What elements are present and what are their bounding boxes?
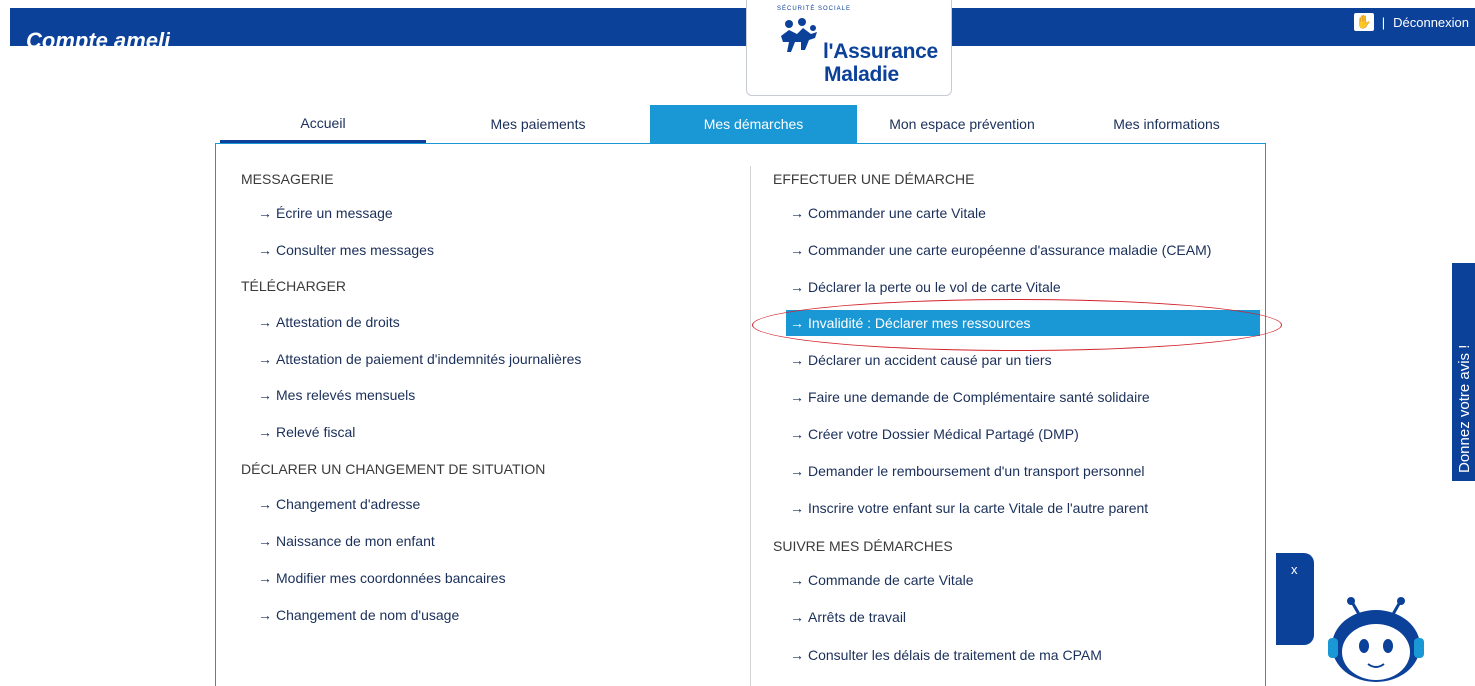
tab-mes-informations[interactable]: Mes informations xyxy=(1067,105,1266,143)
section-title-effectuer-demarche: EFFECTUER UNE DÉMARCHE xyxy=(773,171,975,187)
link-arrets-travail[interactable]: → Arrêts de travail xyxy=(790,606,906,628)
link-label: Écrire un message xyxy=(276,205,393,221)
arrow-right-icon: → xyxy=(790,242,804,258)
link-label: Déclarer un accident causé par un tiers xyxy=(808,352,1052,368)
link-label: Faire une demande de Complémentaire sant… xyxy=(808,389,1150,405)
link-inscrire-enfant[interactable]: → Inscrire votre enfant sur la carte Vita… xyxy=(790,497,1148,519)
arrow-right-icon: → xyxy=(258,387,272,403)
logout-link[interactable]: Déconnexion xyxy=(1393,15,1469,30)
arrow-right-icon: → xyxy=(258,496,272,512)
link-attestation-droits[interactable]: → Attestation de droits xyxy=(258,311,400,333)
arrow-right-icon: → xyxy=(790,315,804,331)
top-bar xyxy=(10,8,1475,46)
link-label: Relevé fiscal xyxy=(276,424,356,440)
link-label: Mes relevés mensuels xyxy=(276,387,416,403)
arrow-right-icon: → xyxy=(258,242,272,258)
link-perte-vol-carte[interactable]: → Déclarer la perte ou le vol de carte Vi… xyxy=(790,276,1061,298)
link-delais-traitement[interactable]: → Consulter les délais de traitement de m… xyxy=(790,644,1102,666)
link-nom-usage[interactable]: → Changement de nom d'usage xyxy=(258,604,459,626)
main-tabs: Accueil Mes paiements Mes démarches Mon … xyxy=(220,105,1266,143)
link-label: Changement d'adresse xyxy=(276,496,421,512)
link-label: Demander le remboursement d'un transport… xyxy=(808,463,1145,479)
column-divider xyxy=(750,166,751,686)
close-icon[interactable]: x xyxy=(1291,562,1298,577)
arrow-right-icon: → xyxy=(790,426,804,442)
arrow-right-icon: → xyxy=(258,607,272,623)
tab-accueil[interactable]: Accueil xyxy=(220,105,426,143)
link-label: Déclarer la perte ou le vol de carte Vit… xyxy=(808,279,1061,295)
section-title-messagerie: MESSAGERIE xyxy=(241,171,334,187)
logo-line-2: Maladie xyxy=(824,63,899,86)
link-label: Arrêts de travail xyxy=(808,609,907,625)
feedback-label: Donnez votre avis ! xyxy=(1456,344,1473,473)
link-label: Consulter les délais de traitement de ma… xyxy=(808,647,1102,663)
link-label: Consulter mes messages xyxy=(276,242,434,258)
link-dossier-medical-partage[interactable]: → Créer votre Dossier Médical Partagé (DM… xyxy=(790,423,1079,445)
tab-mes-demarches[interactable]: Mes démarches xyxy=(650,105,857,143)
link-releves-mensuels[interactable]: → Mes relevés mensuels xyxy=(258,384,415,406)
arrow-right-icon: → xyxy=(790,352,804,368)
arrow-right-icon: → xyxy=(790,463,804,479)
link-label: Créer votre Dossier Médical Partagé (DMP… xyxy=(808,426,1079,442)
logo-line-1: l'Assurance xyxy=(823,40,938,63)
separator: | xyxy=(1381,14,1386,30)
demarches-menu-panel: MESSAGERIE → Écrire un message → Consulter… xyxy=(215,143,1266,686)
tab-mon-espace-prevention[interactable]: Mon espace prévention xyxy=(857,105,1067,143)
link-label: Naissance de mon enfant xyxy=(276,533,435,549)
link-coordonnees-bancaires[interactable]: → Modifier mes coordonnées bancaires xyxy=(258,567,506,589)
arrow-right-icon: → xyxy=(790,205,804,221)
arrow-right-icon: → xyxy=(258,570,272,586)
link-consulter-messages[interactable]: → Consulter mes messages xyxy=(258,239,434,261)
link-releve-fiscal[interactable]: → Relevé fiscal xyxy=(258,421,355,443)
link-transport-personnel[interactable]: → Demander le remboursement d'un transpor… xyxy=(790,460,1145,482)
link-invalidite-ressources[interactable]: → Invalidité : Déclarer mes ressources xyxy=(786,310,1260,336)
arrow-right-icon: → xyxy=(258,424,272,440)
link-label: Attestation de paiement d'indemnités jou… xyxy=(276,351,582,367)
link-label: Attestation de droits xyxy=(276,314,400,330)
link-label: Commande de carte Vitale xyxy=(808,572,974,588)
section-title-telecharger: TÉLÉCHARGER xyxy=(241,278,347,294)
arrow-right-icon: → xyxy=(258,351,272,367)
link-commander-ceam[interactable]: → Commander une carte européenne d'assura… xyxy=(790,239,1211,261)
assurance-maladie-logo[interactable]: SÉCURITÉ SOCIALE l'Assurance Maladie xyxy=(746,0,952,96)
link-label: Invalidité : Déclarer mes ressources xyxy=(808,315,1031,331)
arrow-right-icon: → xyxy=(790,572,804,588)
feedback-tab[interactable]: Donnez votre avis ! xyxy=(1452,263,1475,481)
section-title-changement-situation: DÉCLARER UN CHANGEMENT DE SITUATION xyxy=(241,461,546,477)
app-title: Compte ameli xyxy=(26,30,171,46)
link-label: Inscrire votre enfant sur la carte Vital… xyxy=(808,500,1149,516)
link-naissance-enfant[interactable]: → Naissance de mon enfant xyxy=(258,530,435,552)
robot-avatar-icon[interactable] xyxy=(1324,594,1428,686)
arrow-right-icon: → xyxy=(790,389,804,405)
sign-language-icon[interactable]: ✋ xyxy=(1353,13,1374,31)
link-label: Changement de nom d'usage xyxy=(276,607,460,623)
tab-mes-paiements[interactable]: Mes paiements xyxy=(426,105,650,143)
link-label: Commander une carte Vitale xyxy=(808,205,986,221)
link-ecrire-message[interactable]: → Écrire un message xyxy=(258,202,393,224)
link-changement-adresse[interactable]: → Changement d'adresse xyxy=(258,493,420,515)
arrow-right-icon: → xyxy=(790,279,804,295)
link-commander-carte-vitale[interactable]: → Commander une carte Vitale xyxy=(790,202,986,224)
arrow-right-icon: → xyxy=(258,533,272,549)
link-commande-carte-vitale[interactable]: → Commande de carte Vitale xyxy=(790,569,974,591)
arrow-right-icon: → xyxy=(258,205,272,221)
arrow-right-icon: → xyxy=(258,314,272,330)
link-label: Modifier mes coordonnées bancaires xyxy=(276,570,506,586)
family-emblem-icon xyxy=(781,18,817,52)
link-attestation-indemnites[interactable]: → Attestation de paiement d'indemnités jo… xyxy=(258,348,581,370)
arrow-right-icon: → xyxy=(790,647,804,663)
arrow-right-icon: → xyxy=(790,609,804,625)
top-right-actions: ✋ | Déconnexion xyxy=(1353,13,1469,31)
section-title-suivre-demarches: SUIVRE MES DÉMARCHES xyxy=(773,538,953,554)
link-label: Commander une carte européenne d'assuran… xyxy=(808,242,1212,258)
link-accident-tiers[interactable]: → Déclarer un accident causé par un tiers xyxy=(790,349,1052,371)
link-complementaire-sante[interactable]: → Faire une demande de Complémentaire san… xyxy=(790,386,1150,408)
arrow-right-icon: → xyxy=(790,500,804,516)
